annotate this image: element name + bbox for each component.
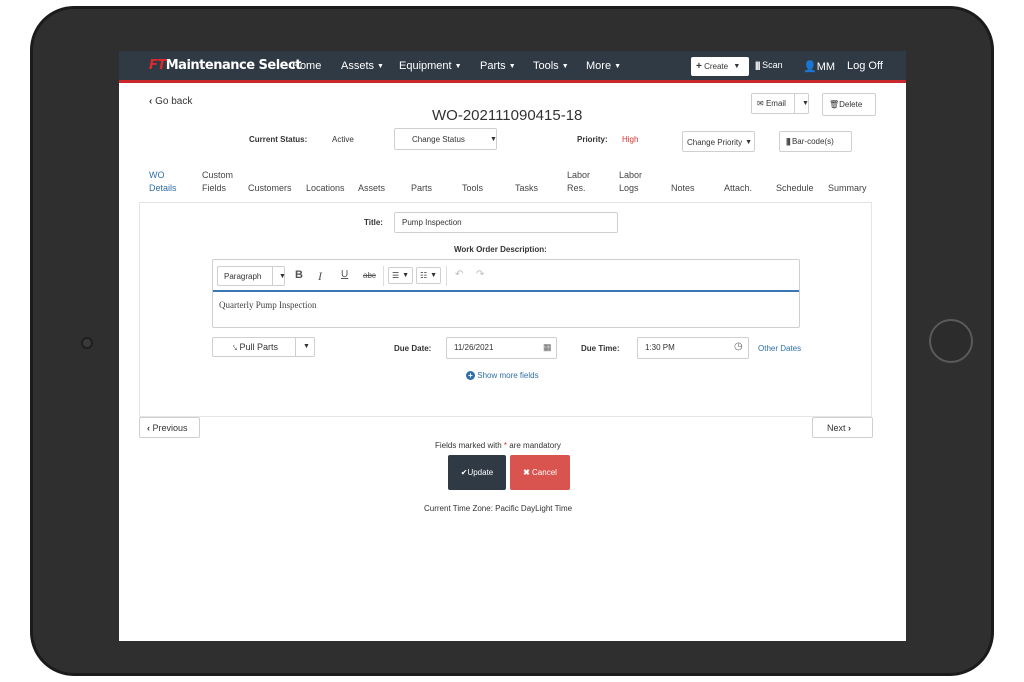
next-button[interactable]: Next › <box>812 417 873 438</box>
calendar-icon[interactable]: ▦ <box>543 342 552 353</box>
create-button[interactable]: + Create ▼ <box>691 57 749 76</box>
chevron-down-icon: ▼ <box>561 63 569 70</box>
underline-icon[interactable]: U <box>341 269 348 280</box>
cancel-button[interactable]: ✖ Cancel <box>510 455 570 490</box>
user-menu[interactable]: 👤MM <box>803 60 835 73</box>
nav-assets[interactable]: Assets ▼ <box>341 60 384 72</box>
brand-logo[interactable]: FTMaintenance Select <box>149 58 301 73</box>
plus-icon: + <box>696 61 702 72</box>
change-priority-dropdown[interactable]: Change Priority ▼ <box>682 131 755 152</box>
bold-icon[interactable]: B <box>295 269 303 281</box>
tab-wo-details[interactable]: WO Details <box>149 169 177 195</box>
redo-icon[interactable]: ↷ <box>476 269 484 280</box>
bullet-list-icon[interactable]: ☰ ▼ <box>388 267 413 284</box>
barcode-button[interactable]: ||| Bar-code(s) <box>779 131 852 152</box>
plus-circle-icon: + <box>466 371 475 380</box>
title-input[interactable]: Pump Inspection <box>394 212 618 233</box>
previous-button[interactable]: ‹ Previous <box>139 417 200 438</box>
delete-button[interactable]: 🗑Delete <box>822 93 876 116</box>
clock-icon[interactable]: ◷ <box>734 341 743 352</box>
barcode-icon: ||| <box>786 137 791 146</box>
nav-tools[interactable]: Tools ▼ <box>533 60 569 72</box>
timezone-text: Current Time Zone: Pacific DayLight Time <box>424 504 573 513</box>
numbered-list-icon[interactable]: ☷ ▼ <box>416 267 441 284</box>
email-button[interactable]: ✉ Email ▼ <box>751 93 809 114</box>
nav-home[interactable]: Home <box>292 60 321 72</box>
strikethrough-icon[interactable]: abc <box>363 271 376 280</box>
priority-label: Priority: <box>577 135 608 144</box>
barcode-icon: ||| <box>755 60 760 70</box>
tab-summary[interactable]: Summary <box>828 169 867 195</box>
tab-labor-logs[interactable]: Labor Logs <box>619 169 642 195</box>
go-back-link[interactable]: ‹ Go back <box>149 96 192 107</box>
description-label: Work Order Description: <box>454 245 547 254</box>
tab-customers[interactable]: Customers <box>248 169 292 195</box>
chevron-down-icon: ▼ <box>377 63 384 70</box>
app-screen: FTMaintenance Select Home Assets ▼ Equipm… <box>119 51 906 641</box>
chevron-down-icon: ▼ <box>303 343 310 350</box>
mandatory-note: Fields marked with * are mandatory <box>435 441 561 450</box>
tab-notes[interactable]: Notes <box>671 169 695 195</box>
chevron-down-icon: ▼ <box>802 100 809 107</box>
trash-icon: 🗑 <box>829 100 840 109</box>
camera-icon <box>81 337 93 349</box>
tab-labor-res[interactable]: Labor Res. <box>567 169 590 195</box>
description-content[interactable]: Quarterly Pump Inspection <box>219 300 316 310</box>
due-date-label: Due Date: <box>394 344 432 353</box>
nav-more[interactable]: More ▼ <box>586 60 621 72</box>
change-status-dropdown[interactable]: Change Status ▼ <box>394 128 497 150</box>
logoff-link[interactable]: Log Off <box>847 60 883 72</box>
due-time-label: Due Time: <box>581 344 620 353</box>
pull-parts-button[interactable]: ⤥ Pull Parts ▼ <box>212 337 315 357</box>
due-date-input[interactable]: 11/26/2021 ▦ <box>446 337 557 359</box>
chevron-right-icon: › <box>848 423 852 433</box>
due-time-input[interactable]: 1:30 PM ◷ <box>637 337 749 359</box>
chevron-down-icon: ▼ <box>454 63 462 70</box>
top-navbar: FTMaintenance Select Home Assets ▼ Equipm… <box>119 51 906 83</box>
tab-assets[interactable]: Assets <box>358 169 385 195</box>
priority-value: High <box>622 135 639 144</box>
italic-icon[interactable]: I <box>318 269 322 284</box>
home-button[interactable] <box>929 319 973 363</box>
chevron-down-icon: ▼ <box>733 63 741 70</box>
chevron-down-icon: ▼ <box>508 63 516 70</box>
tab-bar: WO Details Custom Fields Customers Locatio… <box>139 161 872 203</box>
chevron-down-icon: ▼ <box>490 136 497 143</box>
close-icon: ✖ <box>523 468 530 477</box>
chevron-left-icon: ‹ <box>149 96 153 107</box>
nav-parts[interactable]: Parts ▼ <box>480 60 516 72</box>
description-editor: Paragraph ▼ B I U abc ☰ ▼ ☷ ▼ ↶ ↷ Quarterl… <box>212 259 800 328</box>
update-button[interactable]: ✔Update <box>448 455 506 490</box>
envelope-icon: ✉ <box>757 99 764 108</box>
paragraph-dropdown[interactable]: Paragraph ▼ <box>217 266 286 286</box>
scan-button[interactable]: ||| Scan <box>755 60 783 70</box>
current-status-label: Current Status: <box>249 135 308 144</box>
tab-tools[interactable]: Tools <box>462 169 483 195</box>
current-status-value: Active <box>332 135 354 144</box>
chevron-down-icon: ▼ <box>279 273 286 280</box>
chevron-down-icon: ▼ <box>745 139 753 146</box>
tab-custom-fields[interactable]: Custom Fields <box>202 169 233 195</box>
title-label: Title: <box>364 218 383 227</box>
page-title: WO-202111090415-18 <box>432 107 583 124</box>
pull-parts-icon: ⤥ <box>233 345 237 352</box>
nav-equipment[interactable]: Equipment ▼ <box>399 60 462 72</box>
tab-tasks[interactable]: Tasks <box>515 169 538 195</box>
chevron-down-icon: ▼ <box>614 63 621 70</box>
tab-locations[interactable]: Locations <box>306 169 345 195</box>
tablet-frame: FTMaintenance Select Home Assets ▼ Equipm… <box>30 6 994 676</box>
chevron-left-icon: ‹ <box>147 423 150 433</box>
undo-icon[interactable]: ↶ <box>455 269 463 280</box>
editor-toolbar: Paragraph ▼ B I U abc ☰ ▼ ☷ ▼ ↶ ↷ <box>213 260 799 292</box>
tab-schedule[interactable]: Schedule <box>776 169 814 195</box>
other-dates-link[interactable]: Other Dates <box>758 344 801 353</box>
tab-parts[interactable]: Parts <box>411 169 432 195</box>
user-icon: 👤 <box>803 61 817 73</box>
show-more-fields-link[interactable]: + Show more fields <box>466 371 539 380</box>
tab-attach[interactable]: Attach. <box>724 169 752 195</box>
